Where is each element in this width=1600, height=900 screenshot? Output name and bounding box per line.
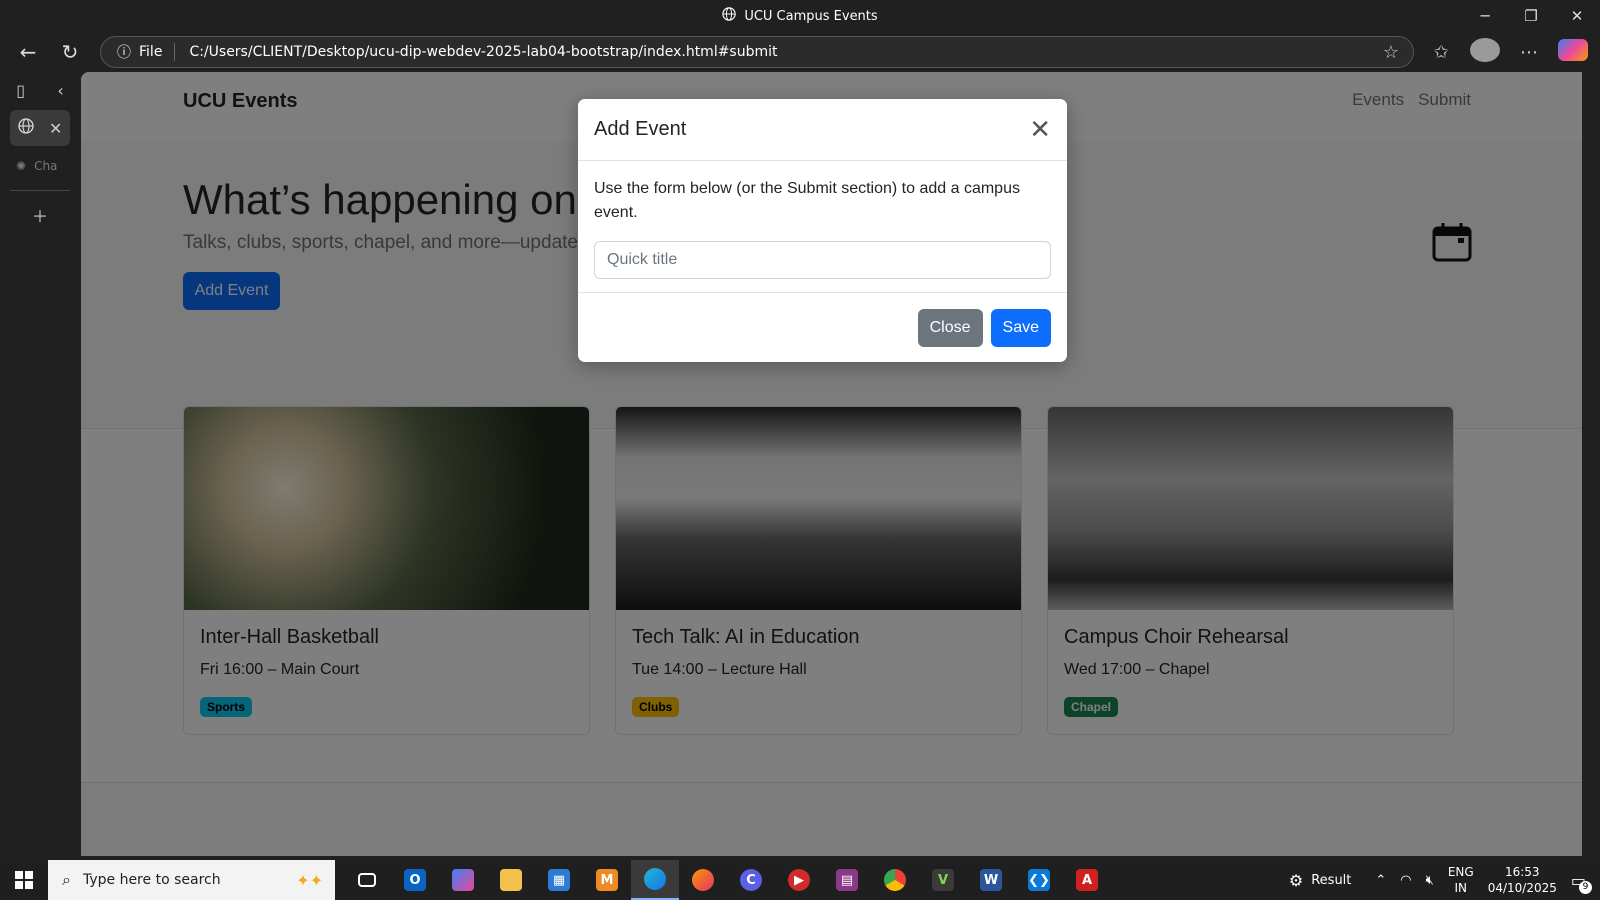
chrome-app[interactable] (871, 860, 919, 900)
file-explorer-app[interactable] (487, 860, 535, 900)
media-player-app[interactable]: ▶ (775, 860, 823, 900)
winrar-app[interactable]: ▤ (823, 860, 871, 900)
word-icon: W (980, 869, 1002, 891)
page-viewport: UCU Events Events Submit What’s happenin… (81, 72, 1582, 856)
task-view-icon (358, 873, 376, 887)
system-tray: ⚙ Result ⌃ ◠ 🔇︎ ENG IN 16:53 04/10/2025 … (1289, 860, 1600, 900)
vscode-icon: ❮❯ (1028, 869, 1050, 891)
window-title: UCU Campus Events (744, 8, 878, 24)
inactive-tab-label: Cha (34, 159, 58, 173)
notification-count: 9 (1579, 880, 1592, 894)
quick-title-input[interactable] (594, 241, 1051, 279)
plus-icon: ＋ (31, 207, 48, 226)
modal-body-text: Use the form below (or the Submit sectio… (594, 180, 1020, 221)
close-button[interactable]: Close (917, 308, 983, 347)
back-arrow-icon[interactable]: ← (10, 34, 46, 70)
minimize-icon[interactable]: ─ (1462, 0, 1508, 32)
vscode-app[interactable]: ❮❯ (1015, 860, 1063, 900)
add-event-modal: Add Event ✕ Use the form below (or the S… (578, 99, 1067, 362)
clock[interactable]: 16:53 04/10/2025 (1488, 864, 1557, 896)
firefox-icon (692, 869, 714, 891)
protocol-label: File (139, 44, 163, 60)
edge-icon (644, 868, 666, 890)
browser-toolbar: ← ↻ ⓘ File C:/Users/CLIENT/Desktop/ucu-d… (0, 32, 1600, 72)
copilot-icon (452, 869, 474, 891)
copilot-icon (1558, 38, 1588, 61)
notification-icon[interactable]: ▭ 9 (1571, 871, 1592, 894)
info-icon[interactable]: ⓘ (117, 42, 131, 62)
tab-panel-icon[interactable]: ▯ (16, 81, 25, 100)
search-icon: ⌕ (62, 870, 71, 889)
result-label[interactable]: Result (1311, 873, 1351, 888)
close-window-icon[interactable]: ✕ (1554, 0, 1600, 32)
firefox-app[interactable] (679, 860, 727, 900)
acrobat-app[interactable]: A (1063, 860, 1111, 900)
word-app[interactable]: W (967, 860, 1015, 900)
inactive-tab[interactable]: ✺ Cha (0, 148, 80, 184)
edge-app[interactable] (631, 860, 679, 900)
close-tab-icon[interactable]: ✕ (49, 119, 62, 138)
chevron-up-icon[interactable]: ⌃ (1375, 873, 1386, 888)
play-icon: ▶ (788, 869, 810, 891)
speaker-muted-icon[interactable]: 🔇︎ (1426, 873, 1434, 888)
visual-studio-app[interactable]: V (919, 860, 967, 900)
favorites-icon[interactable]: ✩ (1426, 42, 1456, 63)
modal-title: Add Event (594, 118, 687, 140)
c-icon: C (740, 869, 762, 891)
globe-icon (17, 118, 34, 138)
clock-date: 04/10/2025 (1487, 881, 1557, 895)
star-icon[interactable]: ☆ (1383, 42, 1399, 63)
copilot-button[interactable] (1558, 38, 1588, 66)
more-menu-icon[interactable]: ⋯ (1514, 42, 1544, 63)
save-button[interactable]: Save (990, 308, 1051, 347)
pdf-icon: A (1076, 869, 1098, 891)
language-indicator[interactable]: ENG IN (1448, 864, 1474, 896)
globe-icon (722, 7, 737, 25)
clock-time: 16:53 (1504, 865, 1540, 879)
lang-code: ENG (1447, 865, 1474, 879)
restore-icon[interactable]: ❐ (1508, 0, 1554, 32)
lang-region: IN (1454, 881, 1468, 895)
winrar-icon: ▤ (836, 869, 858, 891)
page-scrollbar[interactable] (1582, 72, 1600, 856)
chatgpt-icon: ✺ (16, 159, 27, 173)
search-highlight-icon: ✦✦ (296, 870, 323, 890)
vertical-tabs-sidebar: ▯ ‹ ✕ ✺ Cha ＋ (0, 72, 80, 860)
task-view-button[interactable] (343, 860, 391, 900)
c-app[interactable]: C (727, 860, 775, 900)
chrome-icon (884, 869, 906, 891)
window-titlebar: UCU Campus Events ─ ❐ ✕ (0, 0, 1600, 32)
copilot-app[interactable] (439, 860, 487, 900)
avatar-icon (1470, 37, 1500, 62)
taskbar-search[interactable]: ⌕ Type here to search ✦✦ (48, 860, 335, 900)
office-icon: M (596, 869, 618, 891)
result-widget-icon[interactable]: ⚙ (1289, 871, 1303, 890)
outlook-app[interactable]: O (391, 860, 439, 900)
refresh-icon[interactable]: ↻ (52, 34, 88, 70)
new-tab-button[interactable]: ＋ (0, 197, 80, 233)
url-text[interactable]: C:/Users/CLIENT/Desktop/ucu-dip-webdev-2… (189, 44, 777, 60)
active-tab[interactable]: ✕ (10, 110, 70, 146)
taskbar: ⌕ Type here to search ✦✦ O ▦ M C ▶ ▤ V W… (0, 860, 1600, 900)
taskbar-search-placeholder: Type here to search (82, 872, 221, 888)
store-app[interactable]: ▦ (535, 860, 583, 900)
network-icon[interactable]: ◠ (1400, 873, 1411, 888)
store-icon: ▦ (548, 869, 570, 891)
vs-icon: V (932, 869, 954, 891)
collapse-chevron-icon[interactable]: ‹ (57, 81, 63, 100)
close-icon[interactable]: ✕ (1029, 114, 1051, 145)
outlook-icon: O (404, 869, 426, 891)
folder-icon (500, 869, 522, 891)
start-button[interactable] (0, 860, 48, 900)
office-app[interactable]: M (583, 860, 631, 900)
windows-icon (15, 871, 33, 889)
profile-avatar[interactable] (1470, 37, 1500, 67)
address-bar[interactable]: ⓘ File C:/Users/CLIENT/Desktop/ucu-dip-w… (100, 36, 1414, 68)
